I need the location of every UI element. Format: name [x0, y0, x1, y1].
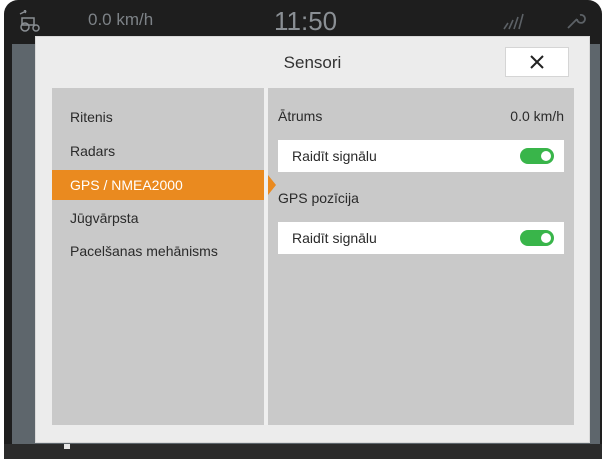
gps-transmit-toggle[interactable] — [520, 230, 554, 246]
speed-label: Ātrums — [278, 108, 323, 124]
speed-readout: 0.0 km/h — [88, 10, 154, 29]
toggle-knob — [541, 233, 551, 243]
nav-item-gps[interactable]: GPS / NMEA2000 — [52, 170, 276, 200]
nav-item-label: GPS / NMEA2000 — [70, 177, 183, 193]
close-icon — [530, 55, 544, 69]
gps-transmit-label: Raidīt signālu — [292, 230, 377, 246]
speed-transmit-row[interactable]: Raidīt signālu — [278, 140, 564, 172]
close-button[interactable] — [505, 47, 569, 77]
clock: 11:50 — [274, 6, 338, 36]
toggle-knob — [541, 151, 551, 161]
speed-value: 0.0 km/h — [510, 108, 564, 124]
signal-icon — [503, 13, 524, 30]
nav-item-wheel[interactable]: Ritenis — [52, 102, 264, 132]
nav-item-pto[interactable]: Jūgvārpsta — [52, 203, 264, 233]
nav-item-label: Ritenis — [70, 109, 113, 125]
bottom-bar — [4, 444, 602, 459]
gps-position-label: GPS pozīcija — [278, 190, 359, 206]
nav-item-label: Radars — [70, 143, 116, 159]
sensors-dialog: Sensori Ritenis Radars GPS / NMEA2000 Jū… — [36, 37, 589, 442]
settings-panel: Ātrums 0.0 km/h Raidīt signālu GPS pozīc… — [268, 88, 574, 425]
wrench-icon — [567, 14, 586, 29]
tractor-icon — [19, 10, 40, 32]
speed-transmit-toggle[interactable] — [520, 148, 554, 164]
nav-item-hitch[interactable]: Pacelšanas mehānisms — [52, 236, 264, 266]
bottom-indicator — [64, 444, 70, 449]
nav-item-label: Pacelšanas mehānisms — [70, 243, 218, 259]
nav-item-radar[interactable]: Radars — [52, 136, 264, 166]
sensor-nav: Ritenis Radars GPS / NMEA2000 Jūgvārpsta… — [52, 88, 276, 425]
nav-item-label: Jūgvārpsta — [70, 210, 139, 226]
dialog-content: Ritenis Radars GPS / NMEA2000 Jūgvārpsta… — [52, 88, 574, 425]
gps-transmit-row[interactable]: Raidīt signālu — [278, 222, 564, 254]
speed-transmit-label: Raidīt signālu — [292, 148, 377, 164]
